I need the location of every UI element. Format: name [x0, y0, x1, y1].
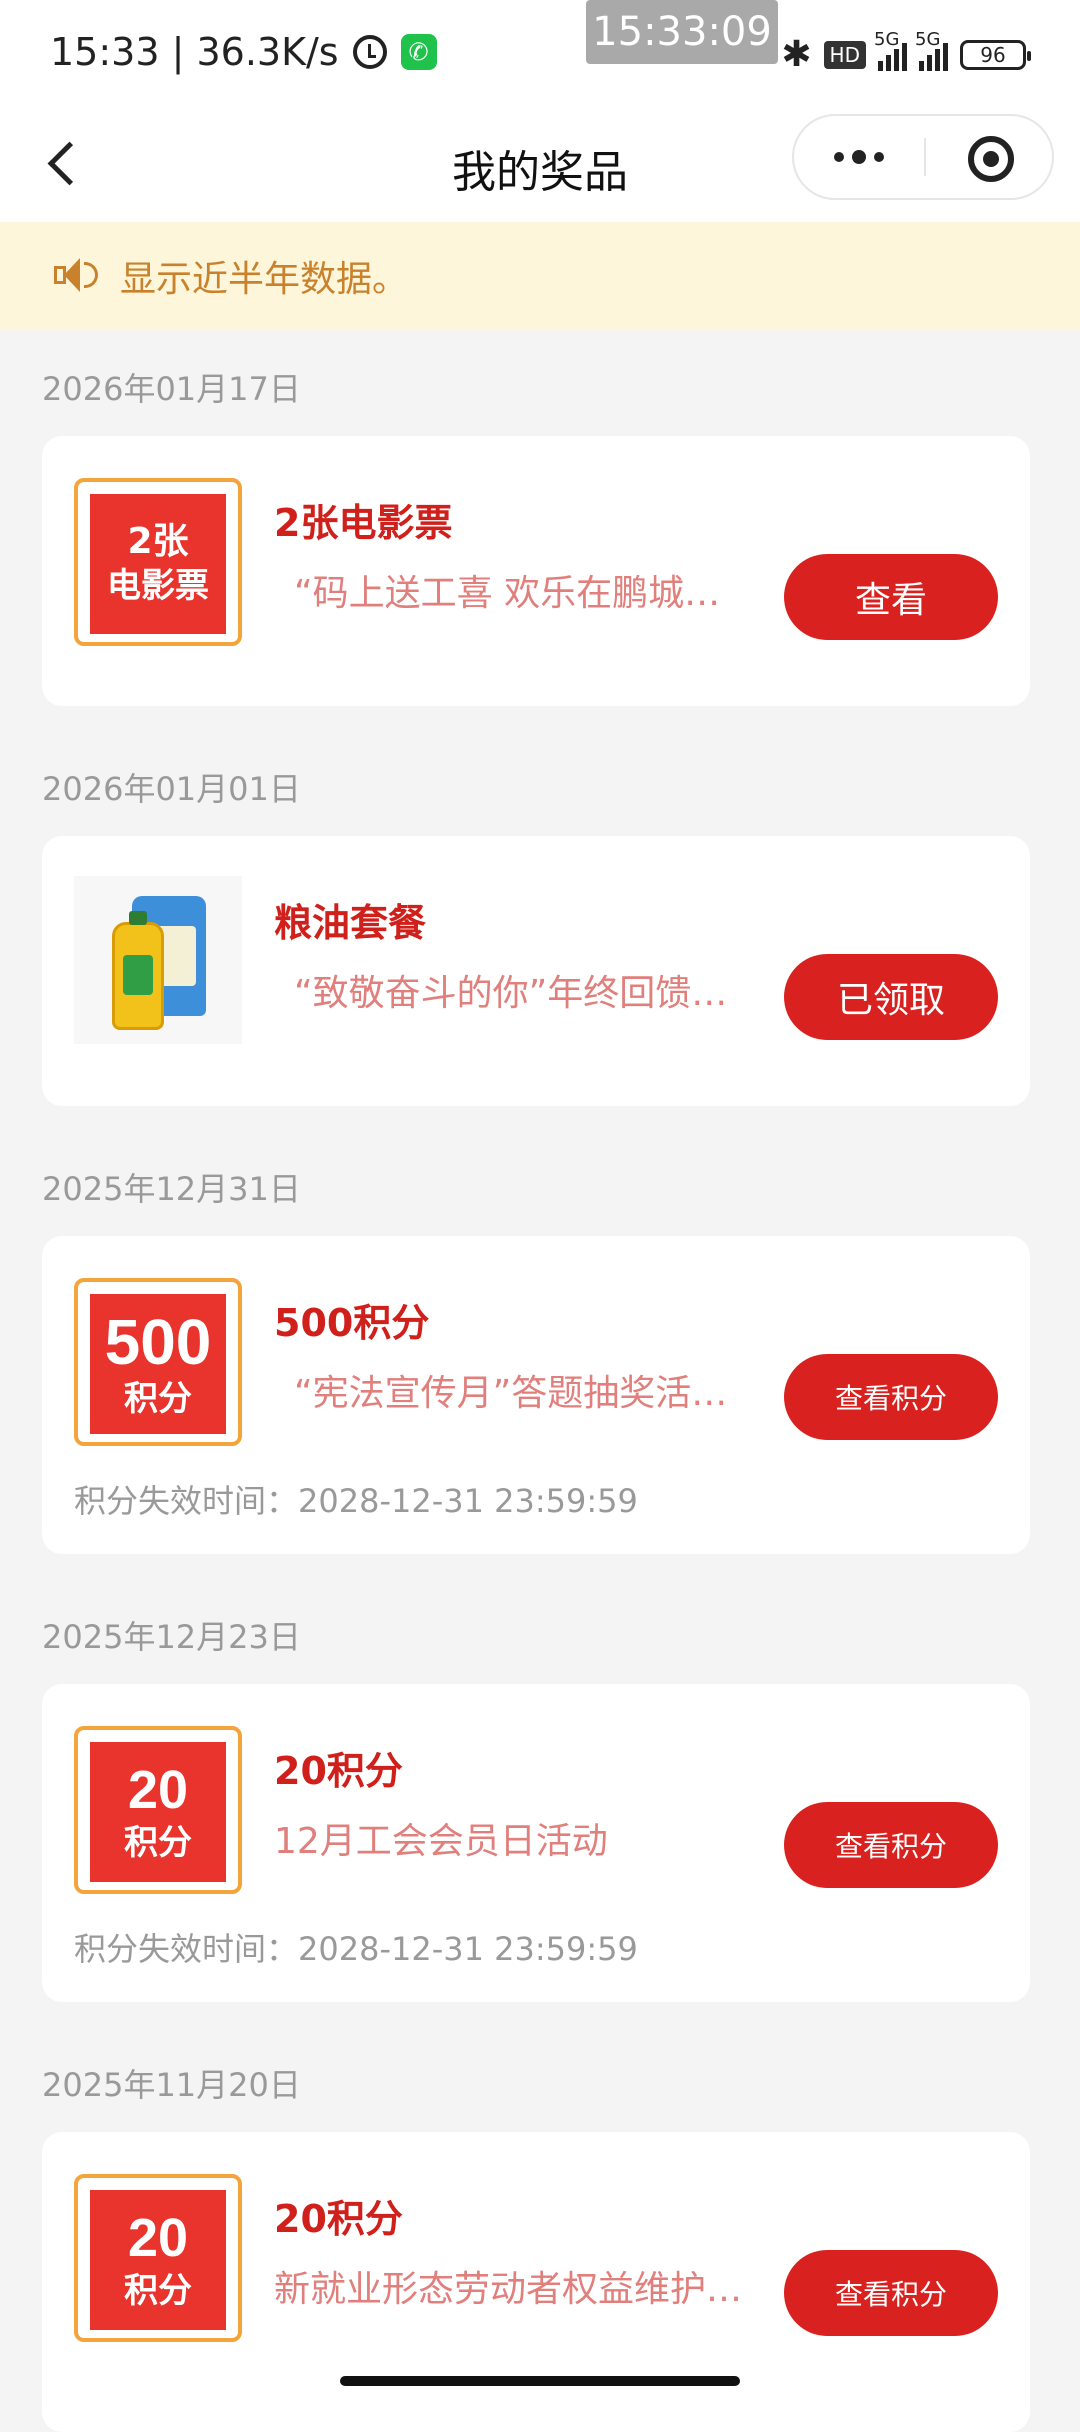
- badge-line2: 积分: [124, 2271, 192, 2311]
- prize-card[interactable]: 20 积分 20积分 新就业形态劳动者权益维护… 查看积分: [42, 2132, 1030, 2432]
- signal-5g-icon: 5G: [915, 29, 948, 71]
- view-points-button[interactable]: 查看积分: [784, 2250, 998, 2336]
- notice-banner: 显示近半年数据。: [0, 222, 1080, 330]
- hd-voice-icon: HD: [823, 40, 866, 69]
- battery-icon: 96: [960, 39, 1031, 70]
- prize-title: 粮油套餐: [274, 901, 427, 945]
- signal-5g-icon: 5G: [874, 29, 907, 71]
- overlay-clock: 15:33:09: [586, 0, 778, 64]
- home-indicator[interactable]: [340, 2376, 740, 2386]
- date-label: 2026年01月17日: [42, 370, 301, 408]
- date-label: 2025年12月23日: [42, 1618, 301, 1656]
- miniapp-capsule: [792, 114, 1054, 200]
- status-left: 15:33 | 36.3K/s ✆: [50, 30, 437, 74]
- badge-line1: 20: [127, 1760, 189, 1820]
- prize-badge: 20 积分: [74, 1726, 242, 1894]
- more-options-icon[interactable]: [794, 116, 924, 198]
- badge-line2: 积分: [124, 1823, 192, 1863]
- prize-card[interactable]: 20 积分 20积分 12月工会会员日活动 查看积分 积分失效时间：2028-1…: [42, 1684, 1030, 2002]
- badge-line1: 20: [127, 2208, 189, 2268]
- prize-badge: 20 积分: [74, 2174, 242, 2342]
- status-right: ✱ HD 5G 5G 96: [781, 29, 1031, 75]
- prize-desc: “致敬奋斗的你”年终回馈…: [294, 973, 728, 1014]
- date-label: 2025年12月31日: [42, 1170, 301, 1208]
- bluetooth-icon: ✱: [781, 34, 812, 75]
- prize-desc: 新就业形态劳动者权益维护…: [274, 2269, 743, 2310]
- prize-title: 500积分: [274, 1301, 430, 1345]
- status-bar: 15:33 | 36.3K/s ✆ 15:33:09 ✱ HD 5G 5G 96: [0, 0, 1080, 110]
- prize-desc: “宪法宣传月”答题抽奖活…: [294, 1373, 728, 1414]
- speaker-icon: [54, 256, 98, 296]
- prize-title: 2张电影票: [274, 501, 453, 545]
- grain-oil-package-image: [74, 876, 242, 1044]
- prize-title: 20积分: [274, 1749, 403, 1793]
- nav-bar: 我的奖品: [0, 110, 1080, 222]
- prize-desc: “码上送工喜 欢乐在鹏城…: [294, 573, 721, 614]
- alarm-icon: [352, 35, 387, 69]
- prize-badge: 2张 电影票: [74, 478, 242, 646]
- points-expire-time: 积分失效时间：2028-12-31 23:59:59: [74, 1930, 638, 1968]
- prize-card[interactable]: 2张 电影票 2张电影票 “码上送工喜 欢乐在鹏城… 查看: [42, 436, 1030, 706]
- close-miniapp-icon[interactable]: [926, 116, 1054, 198]
- phone-call-icon: ✆: [400, 34, 437, 70]
- prize-desc: 12月工会会员日活动: [274, 1821, 608, 1862]
- notice-text: 显示近半年数据。: [120, 259, 409, 300]
- view-points-button[interactable]: 查看积分: [784, 1354, 998, 1440]
- prize-card[interactable]: 500 积分 500积分 “宪法宣传月”答题抽奖活… 查看积分 积分失效时间：2…: [42, 1236, 1030, 1554]
- badge-line2: 积分: [124, 1379, 192, 1419]
- status-time-speed: 15:33 | 36.3K/s: [50, 30, 339, 74]
- prize-badge: 500 积分: [74, 1278, 242, 1446]
- view-button[interactable]: 查看: [784, 554, 998, 640]
- prize-card[interactable]: 粮油套餐 “致敬奋斗的你”年终回馈… 已领取: [42, 836, 1030, 1106]
- prize-title: 20积分: [274, 2197, 403, 2241]
- view-points-button[interactable]: 查看积分: [784, 1802, 998, 1888]
- date-label: 2025年11月20日: [42, 2066, 301, 2104]
- date-label: 2026年01月01日: [42, 770, 301, 808]
- badge-line1: 2张: [127, 521, 189, 562]
- claimed-button[interactable]: 已领取: [784, 954, 998, 1040]
- badge-line1: 500: [104, 1306, 212, 1378]
- points-expire-time: 积分失效时间：2028-12-31 23:59:59: [74, 1482, 638, 1520]
- badge-line2: 电影票: [107, 566, 209, 606]
